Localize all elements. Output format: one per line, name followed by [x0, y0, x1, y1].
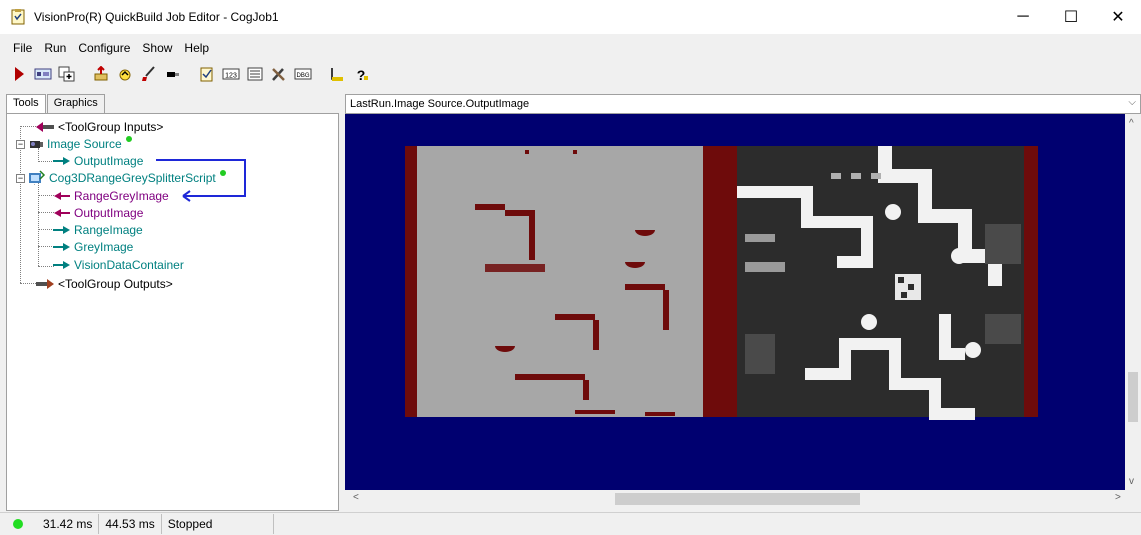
tab-tools[interactable]: Tools — [6, 94, 46, 114]
menu-run[interactable]: Run — [38, 41, 72, 55]
link-button[interactable] — [162, 63, 184, 85]
maximize-button[interactable]: ☐ — [1048, 0, 1094, 34]
display-button[interactable] — [32, 63, 54, 85]
output-image — [405, 146, 1038, 420]
svg-text:?: ? — [357, 67, 366, 82]
menu-configure[interactable]: Configure — [72, 41, 136, 55]
debug-icon: DBG — [294, 68, 312, 80]
accept-icon — [331, 68, 343, 81]
run-icon — [15, 67, 24, 81]
brush-button[interactable] — [138, 63, 160, 85]
app-icon — [11, 9, 25, 25]
close-button[interactable]: ✕ — [1095, 0, 1141, 34]
reset-icon — [119, 69, 131, 81]
results-icon — [247, 67, 263, 81]
menu-bar: File Run Configure Show Help — [0, 37, 215, 59]
status-time-2: 44.53 ms — [99, 514, 162, 534]
display-header: LastRun.Image Source.OutputImage ⌵ — [345, 94, 1141, 114]
svg-text:123: 123 — [225, 73, 237, 80]
accept-button[interactable] — [326, 63, 348, 85]
brush-icon — [142, 66, 155, 81]
scroll-down-icon[interactable]: v — [1129, 476, 1134, 487]
close-icon: ✕ — [1111, 9, 1125, 26]
run-button[interactable] — [8, 63, 30, 85]
vertical-scrollbar[interactable]: ^ v — [1125, 114, 1141, 490]
image-display[interactable] — [345, 114, 1125, 490]
add-tool-button[interactable] — [56, 63, 78, 85]
display-icon — [34, 68, 52, 80]
import-icon — [94, 66, 108, 81]
scroll-right-icon[interactable]: > — [1115, 492, 1121, 503]
numeric-button[interactable]: 123 — [220, 63, 242, 85]
menu-show[interactable]: Show — [136, 41, 178, 55]
link-connector — [156, 159, 246, 202]
vertical-scroll-thumb[interactable] — [1128, 372, 1138, 422]
scroll-left-icon[interactable]: < — [353, 492, 359, 503]
left-tab-strip: Tools Graphics — [6, 94, 106, 114]
reset-button[interactable] — [114, 63, 136, 85]
numeric-icon: 123 — [222, 68, 240, 80]
add-tool-icon — [58, 66, 75, 82]
menu-file[interactable]: File — [0, 41, 38, 55]
status-state: Stopped — [162, 514, 274, 534]
svg-text:DBG: DBG — [296, 73, 309, 79]
edit-script-button[interactable] — [196, 63, 218, 85]
edit-script-icon — [200, 67, 213, 82]
results-button[interactable] — [244, 63, 266, 85]
debug-button[interactable]: DBG — [292, 63, 314, 85]
display-title: LastRun.Image Source.OutputImage — [350, 98, 530, 110]
horizontal-scrollbar[interactable]: < > — [345, 490, 1141, 508]
scroll-up-icon[interactable]: ^ — [1129, 118, 1134, 129]
maximize-icon: ☐ — [1063, 9, 1079, 26]
window-title: VisionPro(R) QuickBuild Job Editor - Cog… — [34, 10, 279, 24]
status-bar: 31.42 ms 44.53 ms Stopped — [0, 512, 1141, 535]
status-time-1: 31.42 ms — [37, 514, 100, 534]
app-window: VisionPro(R) QuickBuild Job Editor - Cog… — [0, 0, 1141, 535]
title-bar: VisionPro(R) QuickBuild Job Editor - Cog… — [0, 0, 1141, 34]
horizontal-scroll-thumb[interactable] — [615, 493, 860, 505]
tools-button[interactable] — [268, 63, 290, 85]
menu-help[interactable]: Help — [178, 41, 215, 55]
tab-graphics[interactable]: Graphics — [46, 94, 105, 114]
run-status-led — [13, 519, 23, 529]
toolbar: 123 DBG ? — [0, 60, 1141, 88]
minimize-icon: ─ — [1017, 8, 1029, 25]
help-button[interactable]: ? — [350, 63, 372, 85]
chevron-down-icon[interactable]: ⌵ — [1128, 97, 1136, 108]
tool-tree: <ToolGroup Inputs> − Image Source Output… — [6, 113, 339, 511]
minimize-button[interactable]: ─ — [1000, 0, 1046, 34]
tools-icon — [272, 68, 285, 81]
help-icon: ? — [357, 67, 368, 82]
import-button[interactable] — [90, 63, 112, 85]
link-icon — [167, 72, 179, 77]
